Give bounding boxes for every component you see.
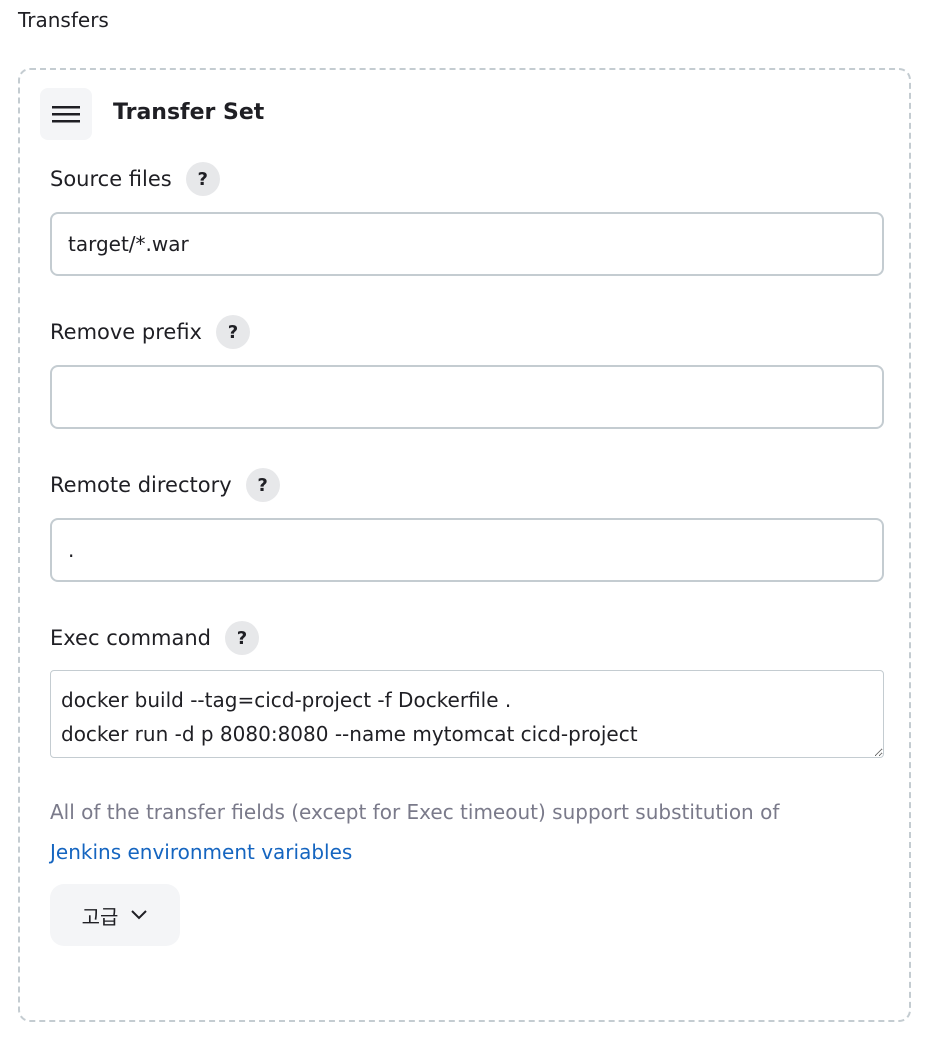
remote-directory-help-icon[interactable]: ?	[245, 468, 280, 502]
jenkins-env-vars-link[interactable]: Jenkins environment variables	[50, 840, 352, 864]
exec-command-help-icon[interactable]: ?	[225, 621, 260, 655]
drag-handle[interactable]	[40, 88, 92, 140]
substitution-hint: All of the transfer fields (except for E…	[50, 792, 890, 872]
remove-prefix-label: Remove prefix	[50, 320, 202, 344]
transfer-set-panel: Transfer Set Source files ? Remove prefi…	[18, 68, 911, 1022]
source-files-input[interactable]	[50, 212, 884, 276]
advanced-label: 고급	[81, 904, 119, 929]
advanced-button[interactable]: 고급	[50, 884, 180, 946]
source-files-label: Source files	[50, 167, 172, 191]
hint-text: All of the transfer fields (except for E…	[50, 800, 780, 824]
remote-directory-label: Remote directory	[50, 473, 232, 497]
exec-command-label: Exec command	[50, 626, 212, 650]
remove-prefix-label-row: Remove prefix ?	[50, 315, 250, 349]
remote-directory-input[interactable]	[50, 518, 884, 582]
exec-command-label-row: Exec command ?	[50, 621, 260, 655]
remove-prefix-input[interactable]	[50, 365, 884, 429]
remove-prefix-help-icon[interactable]: ?	[215, 315, 250, 349]
hamburger-icon	[52, 106, 80, 123]
remote-directory-label-row: Remote directory ?	[50, 468, 280, 502]
exec-command-textarea[interactable]: docker build --tag=cicd-project -f Docke…	[50, 670, 884, 758]
transfer-set-title: Transfer Set	[113, 100, 265, 125]
source-files-help-icon[interactable]: ?	[185, 162, 220, 196]
source-files-label-row: Source files ?	[50, 162, 220, 196]
chevron-down-icon	[131, 910, 148, 920]
section-title: Transfers	[18, 8, 109, 32]
